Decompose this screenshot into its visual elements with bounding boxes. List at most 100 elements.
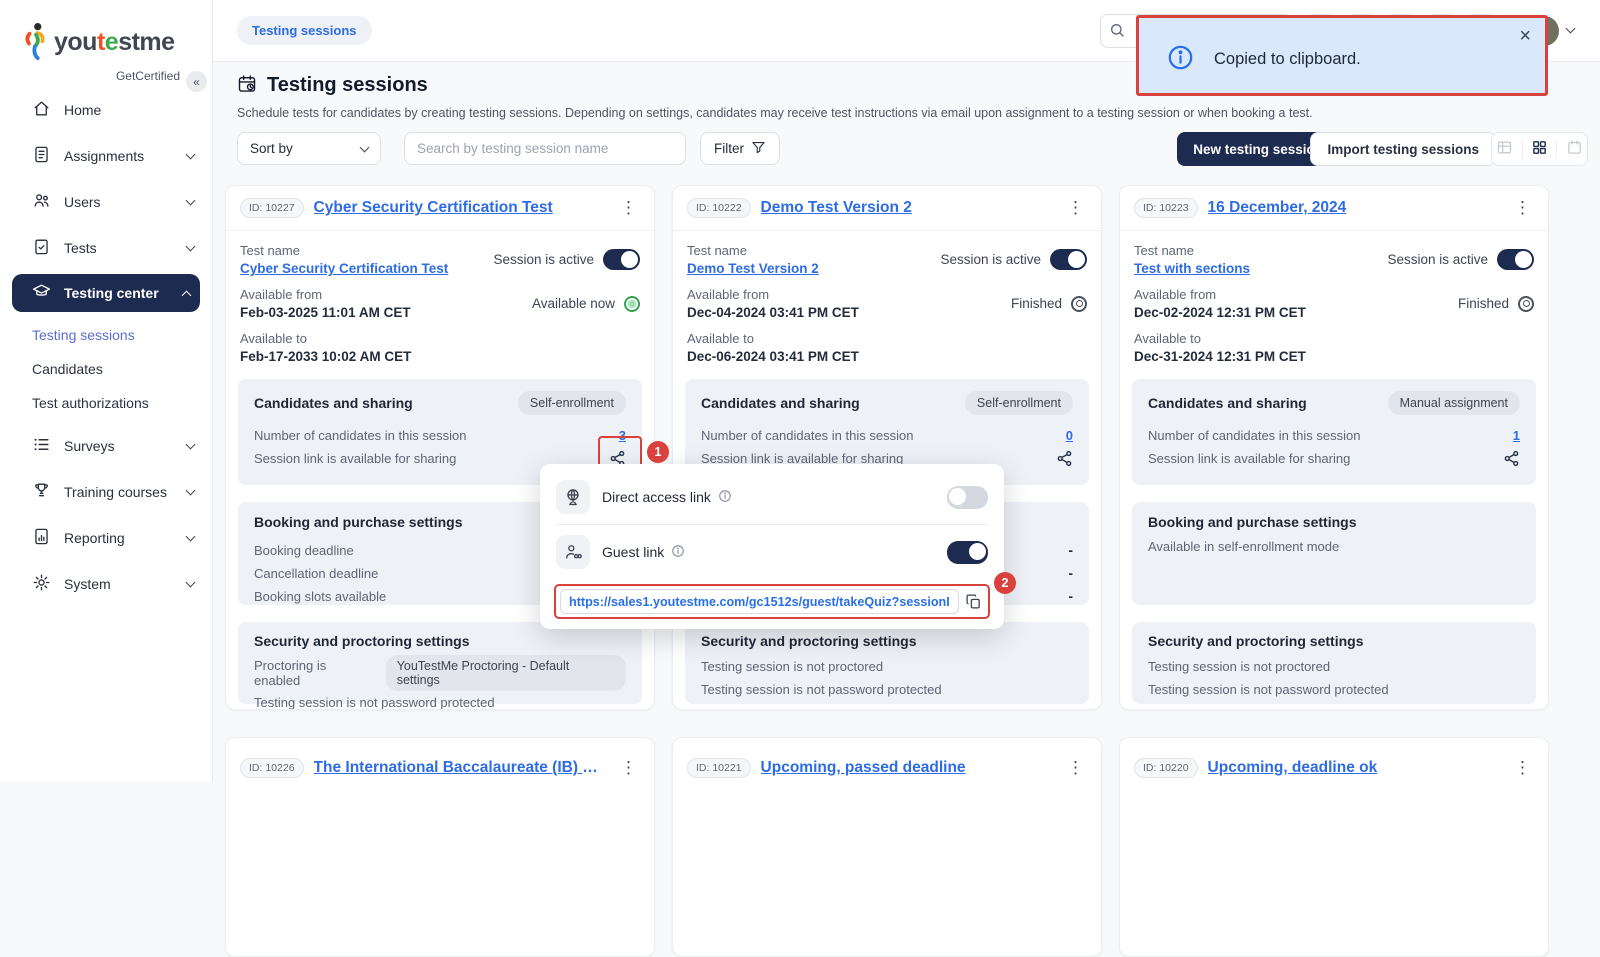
session-search-input[interactable] [417, 141, 673, 156]
guest-link-url-input[interactable] [560, 589, 959, 614]
proctoring-status: Testing session is not proctored [701, 659, 883, 674]
proctoring-status: Proctoring is enabled [254, 658, 376, 688]
close-icon[interactable]: × [1519, 26, 1531, 46]
available-from-value: Feb-03-2025 11:01 AM CET [240, 305, 411, 320]
guest-link-label: Guest link [602, 544, 664, 560]
users-icon [32, 191, 51, 213]
guest-link-row: Guest link [540, 527, 1004, 577]
brand-subtitle: GetCertified [22, 69, 180, 83]
gear-icon [32, 573, 51, 595]
sort-by-dropdown[interactable]: Sort by [237, 132, 381, 165]
sidebar-item-testing-center[interactable]: Testing center [12, 274, 200, 312]
info-icon[interactable] [671, 544, 685, 561]
session-card-10226: ID: 10226 The International Baccalaureat… [225, 737, 655, 957]
booking-section-title: Booking and purchase settings [254, 514, 462, 530]
session-title-link[interactable]: Upcoming, deadline ok [1208, 759, 1501, 777]
session-title-link[interactable]: Cyber Security Certification Test [314, 199, 607, 217]
breadcrumb[interactable]: Testing sessions [237, 16, 372, 45]
trophy-icon [32, 481, 51, 503]
table-view-icon[interactable] [1496, 139, 1513, 159]
direct-access-link-row: Direct access link [540, 472, 1004, 522]
import-testing-sessions-button[interactable]: Import testing sessions [1310, 132, 1496, 166]
calendar-clock-icon [237, 74, 257, 97]
session-title-link[interactable]: Upcoming, passed deadline [761, 759, 1054, 777]
candidates-section-title: Candidates and sharing [254, 395, 413, 411]
session-title-link[interactable]: Demo Test Version 2 [761, 199, 1054, 217]
session-title-link[interactable]: 16 December, 2024 [1208, 199, 1501, 217]
session-id-badge: ID: 10223 [1134, 198, 1198, 218]
sidebar-nav: Home Assignments Users Tests Testing cen… [0, 90, 212, 604]
sidebar-item-training-courses[interactable]: Training courses [0, 472, 212, 512]
status-label: Finished [1458, 296, 1509, 311]
sidebar-item-assignments[interactable]: Assignments [0, 136, 212, 176]
sidebar-item-reporting[interactable]: Reporting [0, 518, 212, 558]
sidebar-subitem-testing-sessions[interactable]: Testing sessions [0, 318, 212, 352]
proctoring-badge: YouTestMe Proctoring - Default settings [386, 655, 626, 691]
info-icon[interactable] [718, 489, 732, 506]
sidebar-collapse-button[interactable]: « [186, 71, 207, 92]
security-section-title: Security and proctoring settings [254, 633, 469, 649]
kebab-menu-icon[interactable]: ⋮ [1511, 198, 1534, 218]
candidates-count-link[interactable]: 3 [619, 428, 626, 443]
kebab-menu-icon[interactable]: ⋮ [1064, 198, 1087, 218]
session-search[interactable] [404, 132, 686, 165]
sidebar-subitem-candidates[interactable]: Candidates [0, 352, 212, 386]
kebab-menu-icon[interactable]: ⋮ [1064, 758, 1087, 778]
chevron-down-icon [360, 142, 370, 152]
copy-icon[interactable] [965, 593, 982, 610]
status-finished-icon [1071, 296, 1087, 312]
test-name-link[interactable]: Test with sections [1134, 261, 1250, 276]
guest-link-icon [556, 535, 590, 569]
status-label: Finished [1011, 296, 1062, 311]
sidebar-item-tests[interactable]: Tests [0, 228, 212, 268]
candidates-count-link[interactable]: 0 [1066, 428, 1073, 443]
session-card-10223: ID: 10223 16 December, 2024 ⋮ Test name … [1119, 185, 1549, 710]
annotation-step-2: 2 [994, 572, 1016, 594]
chevron-down-icon [186, 486, 196, 496]
session-card-10222: ID: 10222 Demo Test Version 2 ⋮ Test nam… [672, 185, 1102, 710]
guest-link-toggle[interactable] [947, 541, 988, 564]
chevron-down-icon [186, 532, 196, 542]
direct-access-label: Direct access link [602, 489, 711, 505]
share-icon[interactable] [1503, 450, 1520, 467]
sidebar-item-system[interactable]: System [0, 564, 212, 604]
session-title-link[interactable]: The International Baccalaureate (IB) Ext… [314, 759, 607, 777]
sidebar-subitem-test-authorizations[interactable]: Test authorizations [0, 386, 212, 420]
kebab-menu-icon[interactable]: ⋮ [617, 758, 640, 778]
session-active-toggle[interactable] [1050, 249, 1087, 270]
share-icon[interactable] [1056, 450, 1073, 467]
toast-copied-to-clipboard: Copied to clipboard. × [1136, 15, 1548, 96]
enrollment-mode-badge: Self-enrollment [518, 391, 626, 415]
brand-wordmark: youtestme [54, 30, 175, 55]
booking-note: Available in self-enrollment mode [1148, 539, 1520, 554]
chevron-up-icon [182, 290, 192, 300]
chevron-down-icon[interactable] [1566, 24, 1576, 34]
filter-button[interactable]: Filter [700, 132, 780, 165]
session-active-toggle[interactable] [603, 249, 640, 270]
chevron-down-icon [186, 242, 196, 252]
share-link-popup: Direct access link Guest link [540, 464, 1004, 629]
funnel-icon [751, 140, 766, 158]
session-active-toggle[interactable] [1497, 249, 1534, 270]
home-icon [32, 99, 51, 121]
kebab-menu-icon[interactable]: ⋮ [617, 198, 640, 218]
tests-icon [32, 237, 51, 259]
sidebar-item-users[interactable]: Users [0, 182, 212, 222]
sidebar-item-home[interactable]: Home [0, 90, 212, 130]
graduation-cap-icon [32, 282, 51, 304]
password-status: Testing session is not password protecte… [1148, 682, 1389, 697]
grid-view-icon[interactable] [1531, 139, 1548, 159]
test-name-link[interactable]: Demo Test Version 2 [687, 261, 819, 276]
session-active-label: Session is active [493, 252, 594, 267]
status-finished-icon [1518, 296, 1534, 312]
page-title: Testing sessions [267, 74, 428, 97]
kebab-menu-icon[interactable]: ⋮ [1511, 758, 1534, 778]
enrollment-mode-badge: Self-enrollment [965, 391, 1073, 415]
candidates-count-link[interactable]: 1 [1513, 428, 1520, 443]
guest-link-url-box [554, 584, 990, 619]
sidebar-item-surveys[interactable]: Surveys [0, 426, 212, 466]
direct-access-toggle[interactable] [947, 486, 988, 509]
surveys-icon [32, 435, 51, 457]
calendar-view-icon[interactable] [1566, 139, 1583, 159]
test-name-link[interactable]: Cyber Security Certification Test [240, 261, 448, 276]
